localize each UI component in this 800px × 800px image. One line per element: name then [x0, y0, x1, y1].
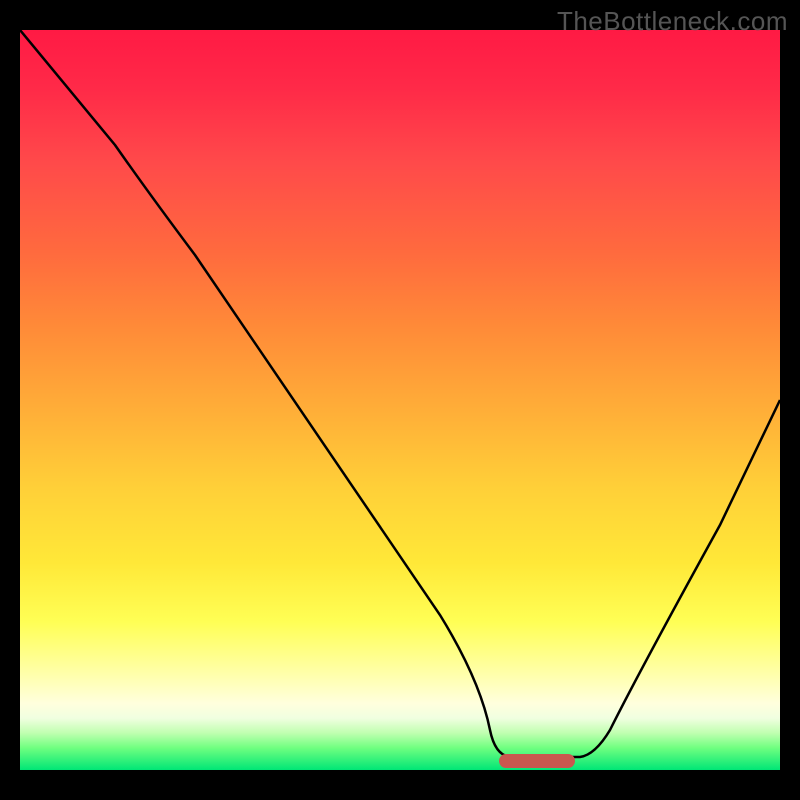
chart-plot-area	[20, 30, 780, 770]
bottleneck-curve	[20, 30, 780, 770]
watermark-text: TheBottleneck.com	[557, 6, 788, 37]
optimal-range-marker	[499, 754, 575, 768]
